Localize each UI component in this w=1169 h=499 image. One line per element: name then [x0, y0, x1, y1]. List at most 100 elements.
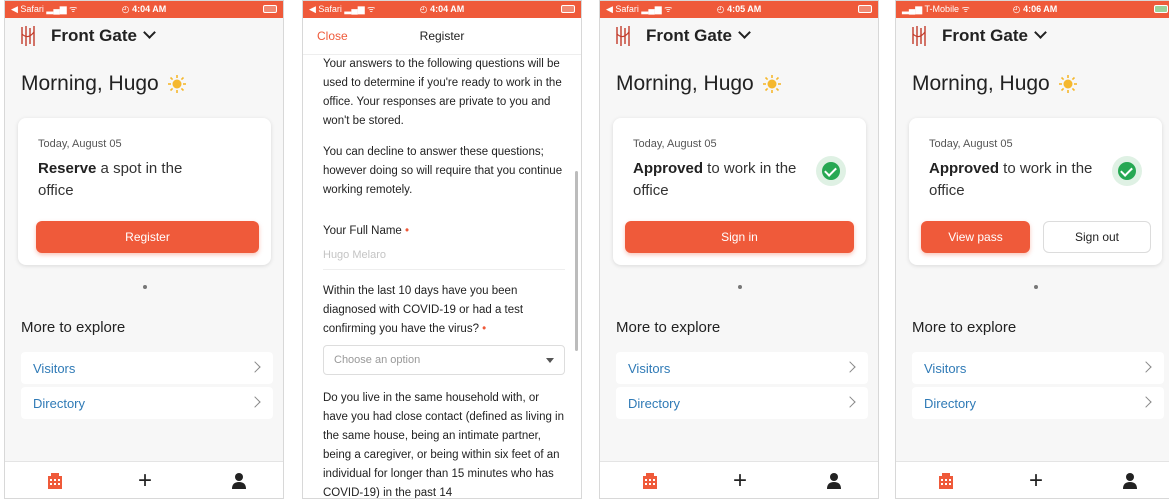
greeting-text: Morning, Hugo: [912, 72, 1050, 95]
tab-building[interactable]: [45, 471, 65, 491]
explore-item-visitors[interactable]: Visitors: [912, 352, 1164, 384]
location-selector[interactable]: Front Gate: [51, 26, 137, 46]
explore-item-directory[interactable]: Directory: [616, 387, 868, 419]
more-to-explore-title: More to explore: [616, 319, 721, 336]
sun-icon: [762, 75, 781, 93]
greeting: Morning, Hugo: [21, 72, 283, 96]
person-icon: [232, 473, 246, 489]
chevron-right-icon: [1140, 396, 1152, 408]
caret-down-icon: [546, 358, 554, 363]
tab-building[interactable]: [936, 471, 956, 491]
card-date: Today, August 05: [38, 138, 122, 150]
status-card: Today, August 05 Reserve a spot in the o…: [18, 118, 271, 265]
greeting-text: Morning, Hugo: [616, 72, 754, 95]
status-card: Today, August 05 Approved to work in the…: [613, 118, 866, 265]
status-card: Today, August 05 Approved to work in the…: [909, 118, 1162, 265]
page-title: Register: [419, 29, 465, 43]
question-covid-diagnosis: Within the last 10 days have you been di…: [323, 282, 565, 339]
card-message-bold: Reserve: [38, 160, 97, 177]
explore-item-label: Directory: [33, 395, 86, 411]
tab-add[interactable]: +: [135, 467, 155, 494]
page-indicator-dot: [738, 285, 742, 289]
status-bar: ▂▄▆ T-Mobile ᯤ ◴ 4:06 AM: [896, 1, 1169, 18]
page-indicator-dot: [1034, 285, 1038, 289]
building-icon: [939, 473, 953, 489]
register-header: Close Register: [303, 18, 581, 55]
plus-icon: +: [1028, 467, 1043, 494]
location-header: Front Gate: [896, 18, 1169, 54]
greeting: Morning, Hugo: [616, 72, 878, 96]
person-icon: [1123, 473, 1137, 489]
explore-item-directory[interactable]: Directory: [912, 387, 1164, 419]
brand-logo-icon: [616, 26, 630, 46]
status-bar: ◀ Safari ▂▄▆ ᯤ ◴ 4:04 AM: [303, 1, 581, 18]
chevron-right-icon: [249, 361, 261, 373]
location-selector[interactable]: Front Gate: [646, 26, 732, 46]
person-icon: [827, 473, 841, 489]
tab-add[interactable]: +: [730, 469, 750, 493]
chevron-down-icon[interactable]: [738, 25, 751, 39]
sign-out-button[interactable]: Sign out: [1043, 221, 1151, 253]
card-date: Today, August 05: [929, 138, 1013, 150]
tab-profile[interactable]: [824, 471, 844, 491]
tab-profile[interactable]: [229, 471, 249, 491]
approved-check-icon: [816, 156, 846, 186]
page-indicator-dot: [143, 285, 147, 289]
explore-item-label: Directory: [924, 395, 977, 411]
phone-home-register: ◀ Safari ▂▄▆ ᯤ ◴ 4:04 AM Front Gate Morn…: [4, 0, 284, 499]
register-button[interactable]: Register: [36, 221, 259, 253]
sun-icon: [167, 75, 186, 93]
card-message-bold: Approved: [929, 160, 1000, 177]
brand-logo-icon: [21, 26, 35, 46]
building-icon: [643, 473, 657, 489]
status-time: ◴ 4:06 AM: [1012, 4, 1058, 14]
phone-home-signed-in: ▂▄▆ T-Mobile ᯤ ◴ 4:06 AM Front Gate Morn…: [895, 0, 1169, 499]
explore-item-visitors[interactable]: Visitors: [21, 352, 273, 384]
view-pass-button[interactable]: View pass: [921, 221, 1030, 253]
full-name-label-text: Your Full Name: [323, 225, 402, 237]
explore-item-directory[interactable]: Directory: [21, 387, 273, 419]
chevron-down-icon[interactable]: [1034, 25, 1047, 39]
tab-bar: +: [896, 461, 1169, 498]
battery-icon: [263, 5, 277, 13]
tab-profile[interactable]: [1120, 471, 1140, 491]
covid-diagnosis-select[interactable]: Choose an option: [323, 345, 565, 375]
card-date: Today, August 05: [633, 138, 717, 150]
location-header: Front Gate: [5, 18, 283, 54]
approved-check-icon: [1112, 156, 1142, 186]
tab-add[interactable]: +: [1026, 467, 1046, 494]
plus-icon: +: [137, 467, 152, 494]
status-bar: ◀ Safari ▂▄▆ ᯤ ◴ 4:04 AM: [5, 1, 283, 18]
card-message: Approved to work in the office: [929, 158, 1109, 202]
battery-icon: [1154, 5, 1168, 13]
full-name-input[interactable]: Hugo Melaro: [323, 241, 565, 270]
tab-bar: +: [5, 461, 283, 498]
phone-register-form: ◀ Safari ▂▄▆ ᯤ ◴ 4:04 AM Close Register …: [302, 0, 582, 499]
card-message: Approved to work in the office: [633, 158, 813, 202]
explore-item-visitors[interactable]: Visitors: [616, 352, 868, 384]
question-close-contact: Do you live in the same household with, …: [323, 392, 565, 499]
chevron-right-icon: [1140, 361, 1152, 373]
explore-item-label: Visitors: [628, 360, 671, 376]
scrollbar[interactable]: [575, 171, 578, 351]
phone-home-approved: ◀ Safari ▂▄▆ ᯤ ◴ 4:05 AM Front Gate Morn…: [599, 0, 879, 499]
location-selector[interactable]: Front Gate: [942, 26, 1028, 46]
more-to-explore-title: More to explore: [912, 319, 1017, 336]
sign-in-button[interactable]: Sign in: [625, 221, 854, 253]
status-bar: ◀ Safari ▂▄▆ ᯤ ◴ 4:05 AM: [600, 1, 878, 18]
required-mark: •: [405, 225, 410, 237]
sun-icon: [1058, 75, 1077, 93]
explore-item-label: Visitors: [33, 360, 76, 376]
greeting: Morning, Hugo: [912, 72, 1169, 96]
chevron-down-icon[interactable]: [143, 25, 156, 39]
chevron-right-icon: [844, 396, 856, 408]
location-header: Front Gate: [600, 18, 878, 54]
chevron-right-icon: [844, 361, 856, 373]
card-message: Reserve a spot in the office: [38, 158, 218, 202]
required-mark: •: [482, 323, 487, 335]
card-message-bold: Approved: [633, 160, 704, 177]
more-to-explore-title: More to explore: [21, 319, 126, 336]
tab-bar: +: [600, 461, 878, 498]
battery-icon: [858, 5, 872, 13]
tab-building[interactable]: [640, 471, 660, 491]
